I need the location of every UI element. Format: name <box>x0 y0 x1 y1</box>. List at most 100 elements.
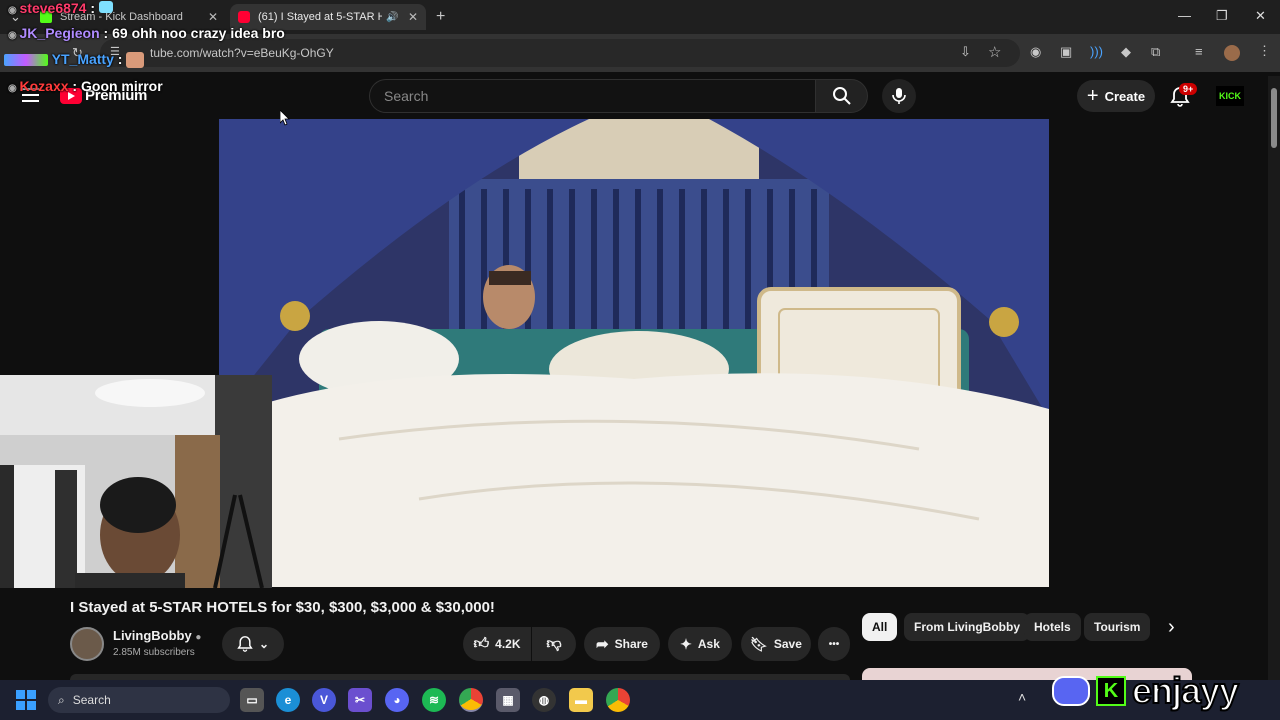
chat-username: steve6874 <box>19 0 87 16</box>
chat-message: YT_Matty : <box>4 51 145 69</box>
kick-avatar-label: KICK <box>1219 91 1241 101</box>
tab-close-icon[interactable]: ✕ <box>208 10 218 24</box>
bookmark-star-icon[interactable]: ☆ <box>988 43 1001 61</box>
page-scrollbar[interactable] <box>1268 76 1280 680</box>
video-title: I Stayed at 5-STAR HOTELS for $30, $300,… <box>70 599 495 616</box>
chat-text: Goon mirror <box>81 78 163 94</box>
chat-separator: : <box>99 25 113 41</box>
create-button[interactable]: + Create <box>1077 80 1155 112</box>
chat-username: YT_Matty <box>51 51 114 67</box>
channel-avatar[interactable] <box>70 627 104 661</box>
puzzle-icon[interactable]: ⧉ <box>1151 44 1160 60</box>
emote-icon <box>126 52 145 69</box>
chat-user-icon: ◉ <box>8 5 20 16</box>
restore-button[interactable]: ❐ <box>1216 8 1228 24</box>
subscribed-notifications-button[interactable]: ⌄ <box>222 627 284 661</box>
discord-logo-icon <box>1052 676 1090 706</box>
speaker-icon: 🔊 <box>386 11 399 23</box>
extension-icon[interactable]: ▣ <box>1060 44 1072 60</box>
more-actions-button[interactable]: ••• <box>818 627 850 661</box>
verified-icon: ● <box>195 632 202 643</box>
search-icon: ⌕ <box>58 692 65 707</box>
menu-kebab-icon[interactable]: ⋮ <box>1258 43 1271 59</box>
chat-separator: : <box>113 51 127 67</box>
close-window-button[interactable]: ✕ <box>1255 8 1266 24</box>
search-placeholder: Search <box>384 88 429 104</box>
channel-name-text: LivingBobby <box>113 628 192 643</box>
chat-message: ◉ JK_Pegieon : 69 ohh noo crazy idea bro <box>8 25 285 41</box>
windows-start-icon[interactable] <box>16 690 36 710</box>
minimize-button[interactable]: — <box>1178 8 1191 23</box>
chip-all[interactable]: All <box>862 613 898 641</box>
ask-label: Ask <box>697 637 720 651</box>
chip-hotels[interactable]: Hotels <box>1024 613 1081 641</box>
tray-chevron-icon[interactable]: ˄ <box>1018 689 1026 705</box>
webcam-image <box>0 375 272 588</box>
chat-user-icon: ◉ <box>8 30 20 41</box>
voice-search-button[interactable] <box>882 79 916 113</box>
media-control-icon[interactable]: ≡ <box>1195 44 1203 59</box>
tab-label: (61) I Stayed at 5-STAR HOT <box>258 11 382 23</box>
chat-separator: : <box>68 78 81 94</box>
bookmark-icon: 🔖︎ <box>750 635 768 652</box>
video-frame-image <box>219 119 1049 587</box>
url-text[interactable]: tube.com/watch?v=eBeuKg-OhGY <box>150 46 334 60</box>
streamer-watermark: K enjayy <box>1052 669 1240 712</box>
taskbar-search[interactable]: ⌕ Search <box>48 687 230 713</box>
sparkle-icon: ✦ <box>680 635 692 652</box>
video-player[interactable] <box>219 119 1049 587</box>
youtube-favicon-icon <box>238 11 250 23</box>
notifications-button[interactable]: 9+ <box>1170 83 1198 110</box>
edge-icon[interactable]: e <box>276 688 300 712</box>
calculator-icon[interactable]: ▦ <box>496 688 520 712</box>
search-input[interactable]: Search <box>369 79 816 113</box>
kick-logo-icon: K <box>1096 676 1126 706</box>
discord-icon[interactable]: ◕ <box>385 688 409 712</box>
chevron-right-icon[interactable]: › <box>1168 616 1175 639</box>
share-label: Share <box>614 637 648 651</box>
search-icon <box>832 87 851 105</box>
save-label: Save <box>773 637 802 651</box>
install-app-icon[interactable]: ⇩ <box>960 44 971 60</box>
like-button[interactable]: 👍︎ 4.2K <box>463 627 531 661</box>
webcam-overlay <box>0 375 272 588</box>
obs-icon[interactable]: ◍ <box>532 688 556 712</box>
vivaldi-icon[interactable]: V <box>312 688 336 712</box>
snipping-tool-icon[interactable]: ✂ <box>348 688 372 712</box>
thumbs-up-icon: 👍︎ <box>473 635 490 652</box>
extension-icon[interactable]: ◆ <box>1121 44 1131 60</box>
share-button[interactable]: ➦ Share <box>584 627 660 661</box>
channel-avatar-kick[interactable]: KICK <box>1216 86 1244 106</box>
new-tab-button[interactable]: + <box>436 8 445 26</box>
chat-separator: : <box>86 0 99 16</box>
chat-message: ◉ steve6874 : <box>8 0 113 16</box>
channel-name[interactable]: LivingBobby ● <box>113 628 201 643</box>
create-label: Create <box>1104 88 1146 104</box>
subscriber-count: 2.85M subscribers <box>113 647 195 658</box>
profile-avatar[interactable] <box>1224 45 1240 61</box>
chip-from-channel[interactable]: From LivingBobby <box>904 613 1030 641</box>
chat-username: Kozaxx <box>19 78 69 94</box>
extension-icon[interactable]: ◉ <box>1030 44 1041 60</box>
chat-username: JK_Pegieon <box>19 25 100 41</box>
like-count: 4.2K <box>495 637 521 651</box>
thumbs-down-icon: 👎︎ <box>546 635 562 652</box>
save-button[interactable]: 🔖︎ Save <box>741 627 811 661</box>
taskbar-search-label: Search <box>72 693 111 707</box>
spotify-icon[interactable]: ≋ <box>422 688 446 712</box>
extension-icon[interactable]: ))) <box>1090 44 1103 59</box>
share-icon: ➦ <box>596 636 609 653</box>
tab-close-icon[interactable]: ✕ <box>408 10 418 24</box>
mouse-cursor-icon <box>280 110 290 126</box>
chrome-icon[interactable] <box>459 688 483 712</box>
chrome-profile-icon[interactable] <box>606 688 630 712</box>
chat-user-icon: ◉ <box>8 83 20 94</box>
ask-button[interactable]: ✦ Ask <box>668 627 732 661</box>
chip-tourism[interactable]: Tourism <box>1084 613 1151 641</box>
file-explorer-icon[interactable]: ▬ <box>569 688 593 712</box>
task-view-icon[interactable]: ▭ <box>240 688 264 712</box>
search-button[interactable] <box>815 79 868 113</box>
chat-badge-icon <box>4 54 48 67</box>
watermark-text: enjayy <box>1131 669 1240 712</box>
dislike-button[interactable]: 👎︎ <box>532 627 576 661</box>
